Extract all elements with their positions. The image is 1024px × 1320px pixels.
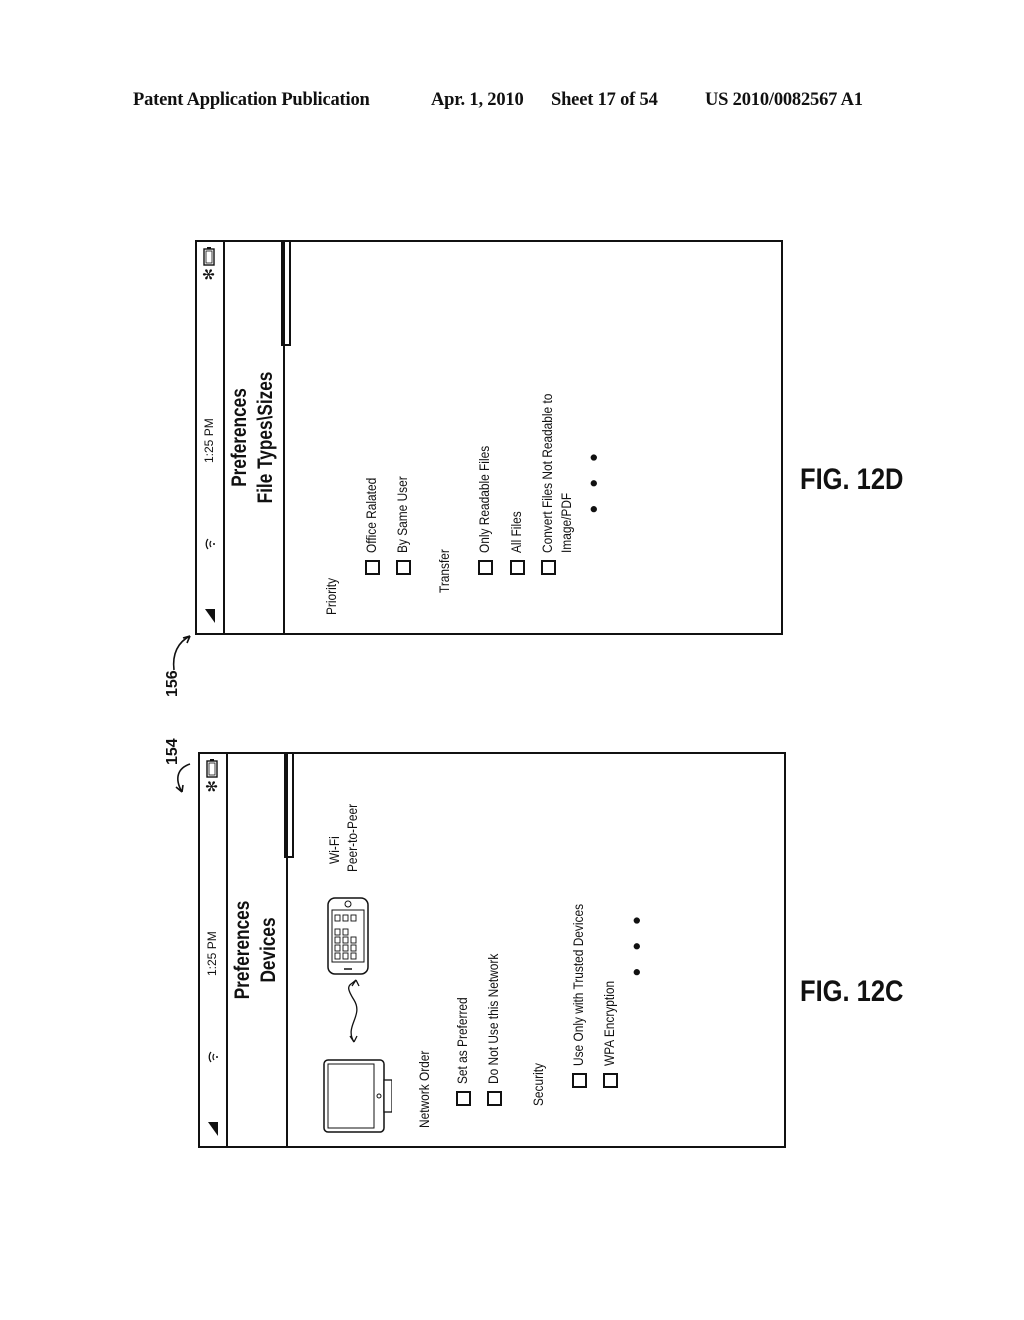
checkbox-set-as-preferred[interactable] <box>456 1091 471 1106</box>
status-bar: 1:25 PM ✻ <box>200 754 228 1146</box>
bluetooth-icon: ✻ <box>201 268 218 281</box>
reference-154: 154 <box>164 738 181 765</box>
checkbox-only-readable-files[interactable] <box>478 560 493 575</box>
section-heading-transfer: Transfer <box>436 549 452 593</box>
signal-icon <box>205 609 215 623</box>
option-label: WPA Encryption <box>601 980 617 1066</box>
battery-icon <box>203 247 215 266</box>
option-label-continued: Image/PDF <box>558 492 574 553</box>
status-bar: 1:25 PM ✻ <box>197 242 225 633</box>
checkbox-by-same-user[interactable] <box>396 560 411 575</box>
reference-156-leader-icon <box>172 635 191 671</box>
screen-title: Preferences <box>231 900 254 1000</box>
section-heading-security: Security <box>530 1063 546 1106</box>
bluetooth-icon: ✻ <box>204 780 221 793</box>
screen-subtitle: File Types\Sizes <box>254 371 277 504</box>
option-label: Convert Files Not Readable to <box>539 393 555 553</box>
more-options-ellipsis: • • • <box>624 910 649 976</box>
fig12c-caption: FIG. 12C <box>800 975 904 1008</box>
status-time: 1:25 PM <box>202 418 216 463</box>
connection-mode-label: Peer-to-Peer <box>344 803 360 872</box>
patent-number: US 2010/0082567 A1 <box>705 90 863 110</box>
section-heading-priority: Priority <box>323 577 339 615</box>
option-label: All Files <box>508 511 524 553</box>
status-time: 1:25 PM <box>205 931 219 976</box>
checkbox-office-related[interactable] <box>365 560 380 575</box>
more-options-ellipsis: • • • <box>581 447 606 513</box>
reference-154-leader-icon <box>175 763 191 793</box>
reference-156: 156 <box>164 670 181 697</box>
option-label: Only Readable Files <box>476 445 492 553</box>
section-heading-network-order: Network Order <box>416 1050 432 1128</box>
option-label: Office Ralated <box>363 477 379 553</box>
battery-icon <box>206 759 218 778</box>
screen-title: Preferences <box>228 388 251 487</box>
checkbox-all-files[interactable] <box>510 560 525 575</box>
title-bar: Preferences Devices <box>228 754 288 1146</box>
screen-subtitle: Devices <box>257 917 280 983</box>
checkbox-trusted-devices[interactable] <box>572 1073 587 1088</box>
option-label: Do Not Use this Network <box>485 953 501 1084</box>
computer-icon <box>323 1059 392 1133</box>
fig12d-screen: 1:25 PM ✻ Preferences File Types\Sizes P… <box>195 240 783 635</box>
title-bar: Preferences File Types\Sizes <box>225 242 285 633</box>
fig12d-caption: FIG. 12D <box>800 463 904 496</box>
wireless-link-arrow-icon <box>348 979 360 1043</box>
publication-label: Patent Application Publication <box>133 90 370 110</box>
connection-type-label: Wi-Fi <box>326 836 342 864</box>
checkbox-wpa-encryption[interactable] <box>603 1073 618 1088</box>
option-label: Use Only with Trusted Devices <box>570 903 586 1066</box>
phone-icon <box>327 897 369 975</box>
wifi-icon <box>205 538 215 550</box>
sheet-number: Sheet 17 of 54 <box>551 90 658 110</box>
wifi-icon <box>208 1051 218 1063</box>
checkbox-convert-files[interactable] <box>541 560 556 575</box>
option-label: By Same User <box>394 476 410 553</box>
option-label: Set as Preferred <box>454 997 470 1084</box>
checkbox-do-not-use-network[interactable] <box>487 1091 502 1106</box>
signal-icon <box>208 1122 218 1136</box>
publication-date: Apr. 1, 2010 <box>431 90 524 110</box>
fig12c-screen: 1:25 PM ✻ Preferences Devices Wi-Fi Peer… <box>198 752 786 1148</box>
